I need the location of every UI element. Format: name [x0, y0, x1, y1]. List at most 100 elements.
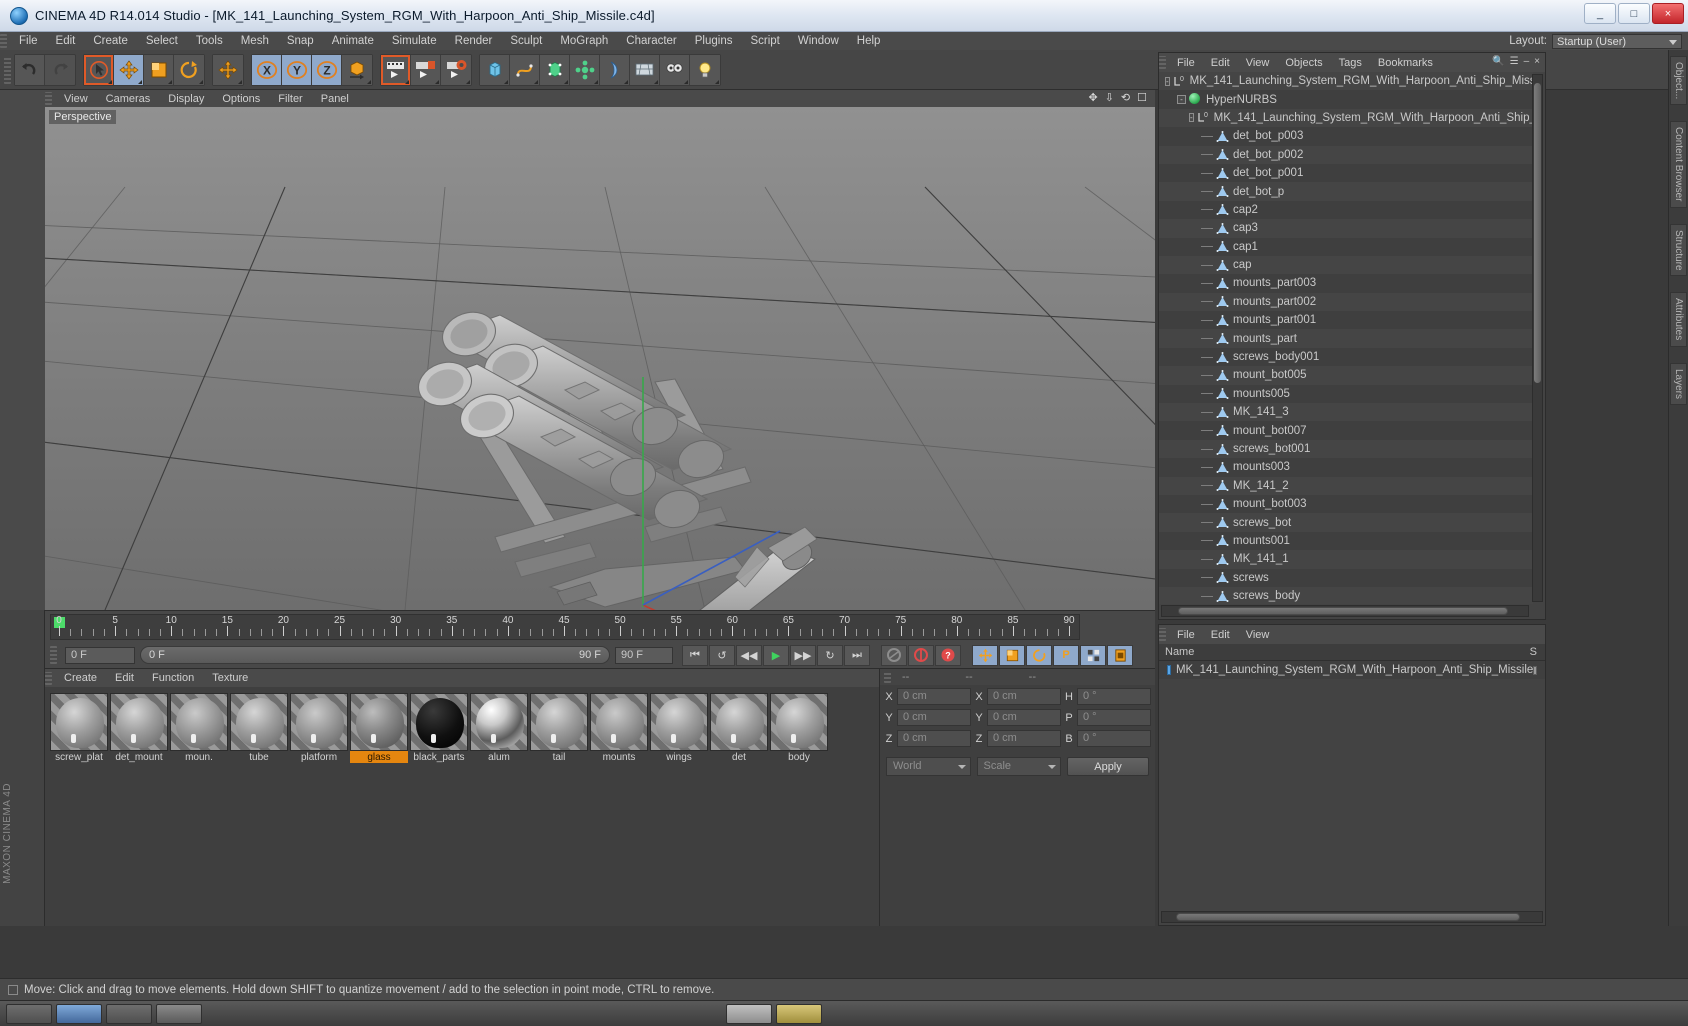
attribute-hscroll-thumb[interactable]	[1176, 913, 1520, 921]
taskbar-item-5[interactable]	[726, 1003, 772, 1024]
coord-size-x-field[interactable]: 0 cm	[987, 688, 1061, 705]
tab-objects[interactable]: Object...	[1670, 56, 1687, 106]
coord-size-z-field[interactable]: 0 cm	[987, 730, 1061, 747]
object-tree-row[interactable]: cap1	[1159, 237, 1533, 256]
material-name-label[interactable]: screw_plat	[50, 751, 108, 763]
coord-rot-b-field[interactable]: 0 °	[1077, 730, 1151, 747]
add-deformer-button[interactable]	[600, 54, 630, 85]
keyframe-help-button[interactable]: ?	[935, 644, 961, 666]
object-tree-row[interactable]: mounts005	[1159, 384, 1533, 404]
go-to-end-button[interactable]: ⏭	[844, 644, 870, 666]
material-name-label[interactable]: wings	[650, 751, 708, 763]
material-menu-function[interactable]: Function	[143, 672, 203, 684]
taskbar-item-1[interactable]	[6, 1003, 52, 1024]
scale-tool-button[interactable]	[144, 54, 174, 85]
object-tree-row[interactable]: det_bot_p003	[1159, 127, 1533, 146]
object-tree-row[interactable]: cap	[1159, 255, 1533, 275]
coord-pos-x-field[interactable]: 0 cm	[897, 688, 971, 705]
object-menu-objects[interactable]: Objects	[1277, 57, 1330, 69]
material-name-label[interactable]: tube	[230, 751, 288, 763]
material-preview[interactable]	[230, 693, 288, 751]
rotate-view-icon[interactable]: ⟲	[1121, 91, 1130, 104]
material-swatch[interactable]: black_parts	[410, 693, 468, 763]
material-swatch[interactable]: platform	[290, 693, 348, 763]
tab-attributes[interactable]: Attributes	[1670, 292, 1687, 347]
material-preview[interactable]	[410, 693, 468, 751]
attribute-horizontal-scrollbar[interactable]	[1161, 911, 1543, 923]
filter-icon[interactable]: ☰	[1510, 56, 1519, 67]
tab-content-browser[interactable]: Content Browser	[1670, 121, 1687, 208]
redo-button[interactable]	[45, 54, 75, 85]
object-tree-row[interactable]: - 0 MK_141_Launching_System_RGM_With_Harpo…	[1159, 72, 1533, 91]
object-tree-horizontal-scrollbar[interactable]	[1161, 605, 1529, 617]
y-axis-lock-button[interactable]: Y	[282, 54, 312, 85]
coordinates-grip[interactable]	[884, 671, 891, 683]
step-back-button[interactable]: ◀◀	[736, 644, 762, 666]
object-tree-row[interactable]: MK_141_2	[1159, 476, 1533, 495]
menu-window[interactable]: Window	[789, 32, 848, 50]
menu-simulate[interactable]: Simulate	[383, 32, 446, 50]
menu-file[interactable]: File	[10, 32, 47, 50]
object-tree-row[interactable]: mounts001	[1159, 531, 1533, 551]
object-tree-row[interactable]: screws_bot001	[1159, 439, 1533, 459]
menu-script[interactable]: Script	[741, 32, 788, 50]
close-button[interactable]: ×	[1652, 3, 1684, 24]
expander-icon[interactable]: -	[1177, 95, 1186, 105]
material-preview[interactable]	[110, 693, 168, 751]
menu-plugins[interactable]: Plugins	[686, 32, 742, 50]
play-reverse-loop-button[interactable]: ↺	[709, 644, 735, 666]
object-tree-row[interactable]: mounts_part003	[1159, 274, 1533, 293]
menu-edit[interactable]: Edit	[47, 32, 85, 50]
menubar-grip[interactable]	[0, 34, 7, 48]
material-preview[interactable]	[770, 693, 828, 751]
object-tree-row[interactable]: screws_body001	[1159, 347, 1533, 367]
taskbar-item-6[interactable]	[776, 1003, 822, 1024]
minimize-icon[interactable]: –	[1524, 56, 1530, 67]
maximize-button[interactable]: □	[1618, 3, 1650, 24]
menu-character[interactable]: Character	[617, 32, 686, 50]
material-swatch[interactable]: alum	[470, 693, 528, 763]
play-button[interactable]: ▶	[763, 644, 789, 666]
menu-mograph[interactable]: MoGraph	[551, 32, 617, 50]
material-preview[interactable]	[530, 693, 588, 751]
object-tree-row[interactable]: screws	[1159, 568, 1533, 587]
material-swatch[interactable]: tube	[230, 693, 288, 763]
expander-icon[interactable]: -	[1189, 113, 1194, 123]
object-tree-row[interactable]: det_bot_p001	[1159, 163, 1533, 183]
autokeying-button[interactable]	[908, 644, 934, 666]
key-rotation-button[interactable]	[1026, 644, 1052, 666]
material-swatch[interactable]: det_mount	[110, 693, 168, 763]
end-frame-field[interactable]: 90 F	[615, 646, 673, 664]
attribute-menu-edit[interactable]: Edit	[1203, 629, 1238, 641]
object-tree-row[interactable]: mount_bot005	[1159, 366, 1533, 385]
menu-snap[interactable]: Snap	[278, 32, 323, 50]
world-object-coordinate-button[interactable]	[342, 54, 372, 85]
object-tree-row[interactable]: mounts_part002	[1159, 292, 1533, 312]
viewport-menu-view[interactable]: View	[55, 93, 97, 105]
x-axis-lock-button[interactable]: X	[252, 54, 282, 85]
viewport-menu-options[interactable]: Options	[213, 93, 269, 105]
menu-help[interactable]: Help	[848, 32, 890, 50]
dolly-icon[interactable]: ⇩	[1105, 91, 1114, 104]
coord-rot-p-field[interactable]: 0 °	[1077, 709, 1151, 726]
loop-forward-button[interactable]: ↻	[817, 644, 843, 666]
object-manager-grip[interactable]	[1159, 56, 1166, 69]
object-tree[interactable]: - 0 MK_141_Launching_System_RGM_With_Harpo…	[1159, 72, 1533, 604]
menu-animate[interactable]: Animate	[323, 32, 383, 50]
material-name-label[interactable]: glass	[350, 751, 408, 763]
add-camera-button[interactable]	[660, 54, 690, 85]
material-menu-create[interactable]: Create	[55, 672, 106, 684]
viewport-menu-cameras[interactable]: Cameras	[97, 93, 160, 105]
step-forward-button[interactable]: ▶▶	[790, 644, 816, 666]
material-menu-texture[interactable]: Texture	[203, 672, 257, 684]
material-preview[interactable]	[350, 693, 408, 751]
material-name-label[interactable]: det_mount	[110, 751, 168, 763]
key-parameter-button[interactable]: P	[1053, 644, 1079, 666]
object-tree-row[interactable]: - 0 MK_141_Launching_System_RGM_With_Harpo…	[1159, 108, 1533, 128]
menu-select[interactable]: Select	[137, 32, 187, 50]
key-position-button[interactable]	[972, 644, 998, 666]
size-mode-select[interactable]: Scale	[976, 757, 1061, 776]
menu-create[interactable]: Create	[84, 32, 137, 50]
material-swatch[interactable]: body	[770, 693, 828, 763]
material-name-label[interactable]: alum	[470, 751, 528, 763]
